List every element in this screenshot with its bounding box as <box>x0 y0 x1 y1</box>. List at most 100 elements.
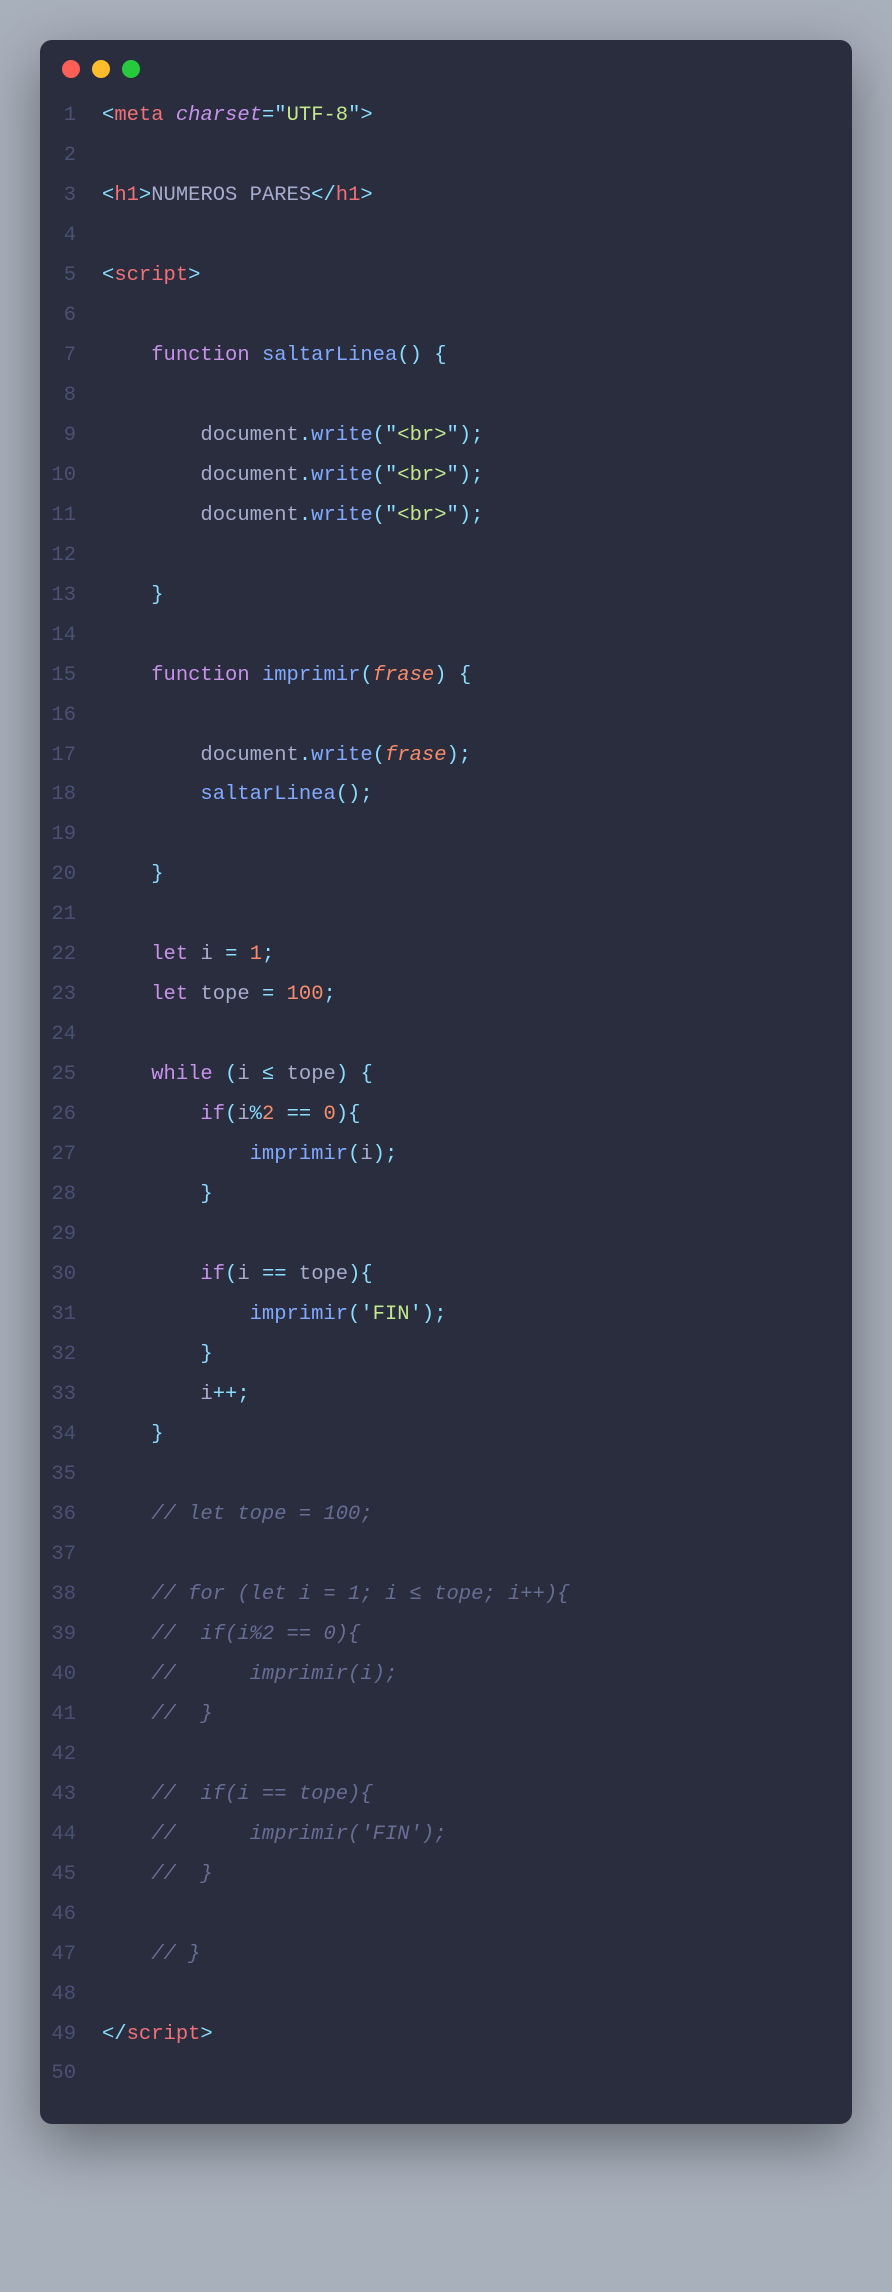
code-line: 36 // let tope = 100; <box>40 1495 852 1535</box>
code-line: 1<meta charset="UTF-8"> <box>40 96 852 136</box>
code-content <box>102 1735 114 1775</box>
code-content: let i = 1; <box>102 935 274 975</box>
code-line: 23 let tope = 100; <box>40 975 852 1015</box>
line-number: 45 <box>40 1855 102 1895</box>
line-number: 22 <box>40 935 102 975</box>
line-number: 21 <box>40 895 102 935</box>
code-line: 38 // for (let i = 1; i ≤ tope; i++){ <box>40 1575 852 1615</box>
line-number: 48 <box>40 1975 102 2015</box>
line-number: 4 <box>40 216 102 256</box>
line-number: 38 <box>40 1575 102 1615</box>
code-line: 42 <box>40 1735 852 1775</box>
editor-window: 1<meta charset="UTF-8">2 3<h1>NUMEROS PA… <box>40 40 852 2124</box>
code-line: 22 let i = 1; <box>40 935 852 975</box>
code-content <box>102 1535 114 1575</box>
code-line: 18 saltarLinea(); <box>40 775 852 815</box>
code-content: // imprimir('FIN'); <box>102 1815 446 1855</box>
line-number: 23 <box>40 975 102 1015</box>
code-content: // let tope = 100; <box>102 1495 373 1535</box>
code-content: imprimir(i); <box>102 1135 397 1175</box>
code-content: } <box>102 576 164 616</box>
close-icon[interactable] <box>62 60 80 78</box>
line-number: 28 <box>40 1175 102 1215</box>
code-line: 24 <box>40 1015 852 1055</box>
line-number: 30 <box>40 1255 102 1295</box>
code-line: 48 <box>40 1975 852 2015</box>
code-line: 27 imprimir(i); <box>40 1135 852 1175</box>
line-number: 8 <box>40 376 102 416</box>
line-number: 46 <box>40 1895 102 1935</box>
code-line: 28 } <box>40 1175 852 1215</box>
line-number: 35 <box>40 1455 102 1495</box>
line-number: 5 <box>40 256 102 296</box>
code-content: saltarLinea(); <box>102 775 373 815</box>
code-line: 7 function saltarLinea() { <box>40 336 852 376</box>
code-content: i++; <box>102 1375 250 1415</box>
line-number: 12 <box>40 536 102 576</box>
line-number: 19 <box>40 815 102 855</box>
code-line: 19 <box>40 815 852 855</box>
line-number: 11 <box>40 496 102 536</box>
code-content: // for (let i = 1; i ≤ tope; i++){ <box>102 1575 570 1615</box>
line-number: 29 <box>40 1215 102 1255</box>
code-content: // if(i%2 == 0){ <box>102 1615 360 1655</box>
code-content <box>102 815 114 855</box>
line-number: 16 <box>40 696 102 736</box>
code-line: 5<script> <box>40 256 852 296</box>
line-number: 49 <box>40 2015 102 2055</box>
minimize-icon[interactable] <box>92 60 110 78</box>
code-line: 11 document.write("<br>"); <box>40 496 852 536</box>
code-line: 10 document.write("<br>"); <box>40 456 852 496</box>
line-number: 3 <box>40 176 102 216</box>
code-content: // imprimir(i); <box>102 1655 397 1695</box>
code-content: <meta charset="UTF-8"> <box>102 96 373 136</box>
code-content <box>102 136 114 176</box>
code-line: 43 // if(i == tope){ <box>40 1775 852 1815</box>
code-line: 29 <box>40 1215 852 1255</box>
maximize-icon[interactable] <box>122 60 140 78</box>
line-number: 37 <box>40 1535 102 1575</box>
line-number: 33 <box>40 1375 102 1415</box>
code-content <box>102 2054 114 2094</box>
code-line: 41 // } <box>40 1695 852 1735</box>
code-content <box>102 895 114 935</box>
code-line: 49</script> <box>40 2015 852 2055</box>
code-editor[interactable]: 1<meta charset="UTF-8">2 3<h1>NUMEROS PA… <box>40 96 852 2094</box>
line-number: 24 <box>40 1015 102 1055</box>
code-line: 9 document.write("<br>"); <box>40 416 852 456</box>
code-line: 16 <box>40 696 852 736</box>
code-content: } <box>102 1415 164 1455</box>
code-line: 40 // imprimir(i); <box>40 1655 852 1695</box>
code-line: 31 imprimir('FIN'); <box>40 1295 852 1335</box>
code-line: 37 <box>40 1535 852 1575</box>
code-line: 15 function imprimir(frase) { <box>40 656 852 696</box>
code-content <box>102 296 114 336</box>
code-content: document.write("<br>"); <box>102 496 483 536</box>
code-line: 21 <box>40 895 852 935</box>
line-number: 47 <box>40 1935 102 1975</box>
code-line: 6 <box>40 296 852 336</box>
code-line: 30 if(i == tope){ <box>40 1255 852 1295</box>
line-number: 9 <box>40 416 102 456</box>
code-content <box>102 376 114 416</box>
code-content <box>102 1455 114 1495</box>
code-line: 34 } <box>40 1415 852 1455</box>
code-line: 2 <box>40 136 852 176</box>
window-titlebar <box>40 40 852 96</box>
line-number: 31 <box>40 1295 102 1335</box>
code-line: 32 } <box>40 1335 852 1375</box>
code-line: 45 // } <box>40 1855 852 1895</box>
line-number: 50 <box>40 2054 102 2094</box>
line-number: 17 <box>40 736 102 776</box>
code-line: 4 <box>40 216 852 256</box>
code-content: } <box>102 1335 213 1375</box>
line-number: 13 <box>40 576 102 616</box>
code-content: // if(i == tope){ <box>102 1775 373 1815</box>
code-line: 35 <box>40 1455 852 1495</box>
code-line: 12 <box>40 536 852 576</box>
line-number: 2 <box>40 136 102 176</box>
code-content <box>102 216 114 256</box>
code-line: 26 if(i%2 == 0){ <box>40 1095 852 1135</box>
code-content: // } <box>102 1695 213 1735</box>
line-number: 32 <box>40 1335 102 1375</box>
